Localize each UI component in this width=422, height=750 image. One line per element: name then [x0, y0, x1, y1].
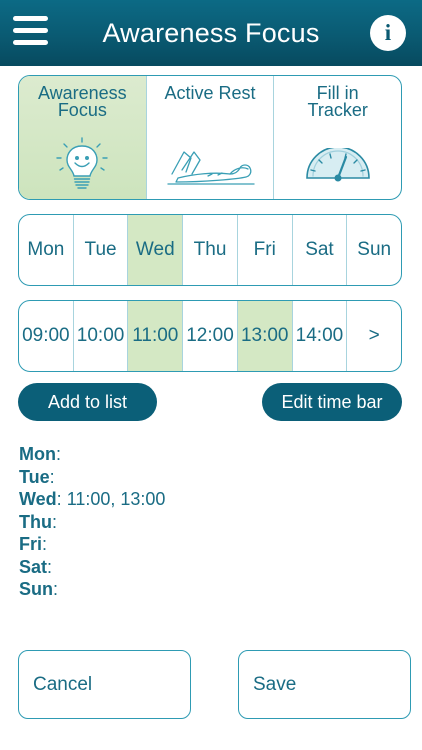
- lightbulb-face-icon: [56, 137, 109, 189]
- schedule-row-sat: Sat:: [19, 556, 53, 577]
- edit-time-bar-button[interactable]: Edit time bar: [262, 383, 402, 421]
- next-times-button[interactable]: >: [347, 301, 401, 371]
- schedule-row-mon: Mon:: [19, 444, 61, 464]
- day-wed[interactable]: Wed: [128, 215, 184, 285]
- schedule-row-tue: Tue:: [19, 466, 55, 487]
- day-sun[interactable]: Sun: [347, 215, 401, 285]
- time-0900[interactable]: 09:00: [19, 301, 74, 371]
- schedule-row-fri: Fri:: [19, 534, 48, 554]
- day-thu[interactable]: Thu: [183, 215, 238, 285]
- schedule-row-sun: Sun:: [19, 579, 59, 599]
- card-label: Active Rest: [164, 83, 256, 103]
- schedule-summary: Mon: Tue: Wed: 11:00, 13:00 Thu: Fri: Sa…: [19, 443, 165, 601]
- save-button[interactable]: Save: [238, 650, 411, 719]
- card-label: Fill in Tracker: [307, 83, 368, 120]
- page-title: Awareness Focus: [102, 17, 320, 48]
- schedule-day: Fri: [19, 534, 43, 554]
- time-1000[interactable]: 10:00: [74, 301, 129, 371]
- app-header: Awareness Focus i: [0, 0, 422, 66]
- add-to-list-button[interactable]: Add to list: [18, 383, 157, 421]
- cancel-button[interactable]: Cancel: [18, 650, 191, 719]
- schedule-day: Tue: [19, 466, 50, 487]
- card-active-rest[interactable]: Active Rest: [147, 76, 275, 199]
- schedule-day: Sat: [19, 556, 48, 577]
- schedule-row-thu: Thu:: [19, 511, 58, 532]
- day-fri[interactable]: Fri: [238, 215, 293, 285]
- schedule-day: Wed: [19, 489, 57, 509]
- day-mon[interactable]: Mon: [19, 215, 74, 285]
- day-selector: Mon Tue Wed Thu Fri Sat Sun: [18, 214, 402, 286]
- time-1200[interactable]: 12:00: [183, 301, 238, 371]
- time-selector: 09:00 10:00 11:00 12:00 13:00 14:00 >: [18, 300, 402, 372]
- time-1400[interactable]: 14:00: [293, 301, 348, 371]
- info-icon[interactable]: i: [370, 15, 406, 51]
- card-fill-in-tracker[interactable]: Fill in Tracker: [274, 76, 401, 199]
- hamburger-menu-icon[interactable]: [13, 16, 49, 46]
- time-1100[interactable]: 11:00: [128, 301, 184, 371]
- reclining-person-icon: [167, 151, 255, 185]
- schedule-row-wed: Wed: 11:00, 13:00: [19, 489, 166, 509]
- schedule-day: Thu: [19, 511, 52, 532]
- card-awareness-focus[interactable]: Awareness Focus: [19, 76, 147, 199]
- day-tue[interactable]: Tue: [74, 215, 129, 285]
- day-sat[interactable]: Sat: [293, 215, 348, 285]
- schedule-day: Mon: [19, 444, 56, 464]
- schedule-day: Sun: [19, 579, 53, 599]
- mode-selector: Awareness Focus Active Rest Fill in Trac…: [18, 75, 402, 200]
- schedule-times: 11:00, 13:00: [61, 489, 166, 509]
- card-label: Awareness Focus: [37, 83, 127, 120]
- time-1300[interactable]: 13:00: [237, 301, 293, 371]
- gauge-icon: [305, 148, 370, 182]
